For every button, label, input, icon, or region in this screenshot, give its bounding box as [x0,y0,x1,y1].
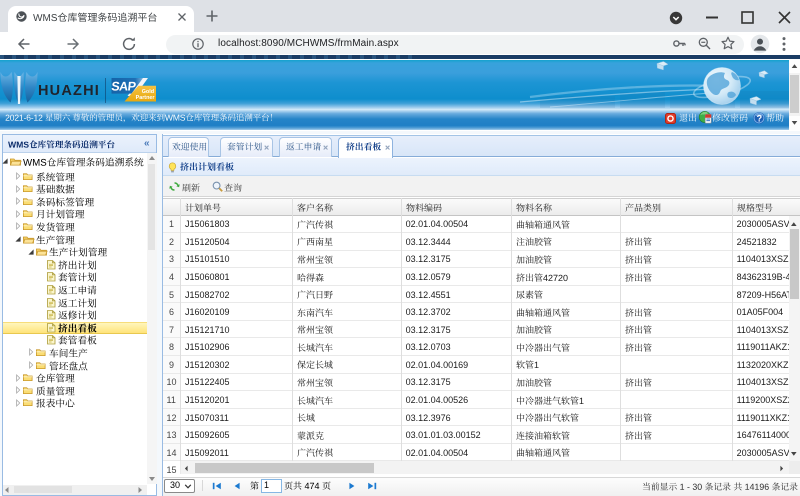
svg-text:?: ? [756,113,762,123]
svg-text:Partner: Partner [136,95,156,101]
svg-text:SAP: SAP [111,80,137,94]
svg-text:Gold: Gold [142,89,154,95]
